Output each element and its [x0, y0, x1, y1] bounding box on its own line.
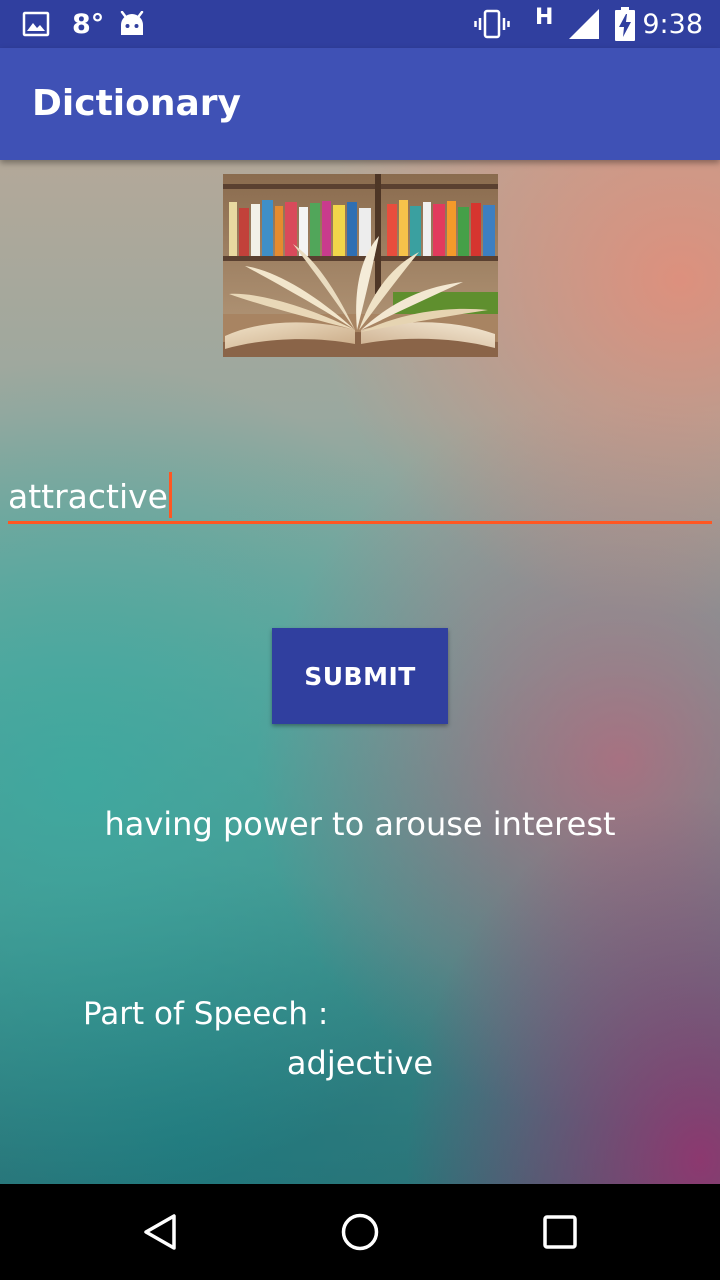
android-debug-icon	[118, 0, 146, 48]
status-bar: 8° H 9:38	[0, 0, 720, 48]
word-input[interactable]: attractive	[8, 466, 712, 524]
part-of-speech-label: Part of Speech :	[83, 996, 329, 1032]
content-area: attractive SUBMIT having power to arouse…	[0, 160, 720, 1184]
word-input-value: attractive	[8, 477, 168, 516]
recents-button[interactable]	[500, 1184, 620, 1280]
app-title: Dictionary	[32, 83, 241, 124]
book-image	[223, 174, 498, 357]
screen: 8° H 9:38 Dictionary attractive SUBMIT h…	[0, 0, 720, 1280]
vibrate-icon	[474, 0, 510, 48]
gallery-notification-icon	[22, 0, 50, 48]
battery-charging-icon	[614, 0, 636, 48]
definition-text: having power to arouse interest	[104, 805, 616, 843]
part-of-speech-value: adjective	[286, 1044, 434, 1082]
clock-text: 9:38	[642, 8, 703, 40]
recents-icon	[543, 1215, 577, 1249]
submit-button[interactable]: SUBMIT	[272, 628, 448, 724]
back-button[interactable]	[100, 1184, 220, 1280]
home-button[interactable]	[300, 1184, 420, 1280]
text-cursor	[168, 472, 172, 518]
navigation-bar	[0, 1184, 720, 1280]
app-bar: Dictionary	[0, 48, 720, 160]
back-icon	[144, 1214, 176, 1250]
network-type-text: H	[535, 5, 554, 30]
signal-icon	[568, 0, 600, 48]
home-icon	[341, 1213, 379, 1251]
temperature-text: 8°	[72, 8, 105, 40]
